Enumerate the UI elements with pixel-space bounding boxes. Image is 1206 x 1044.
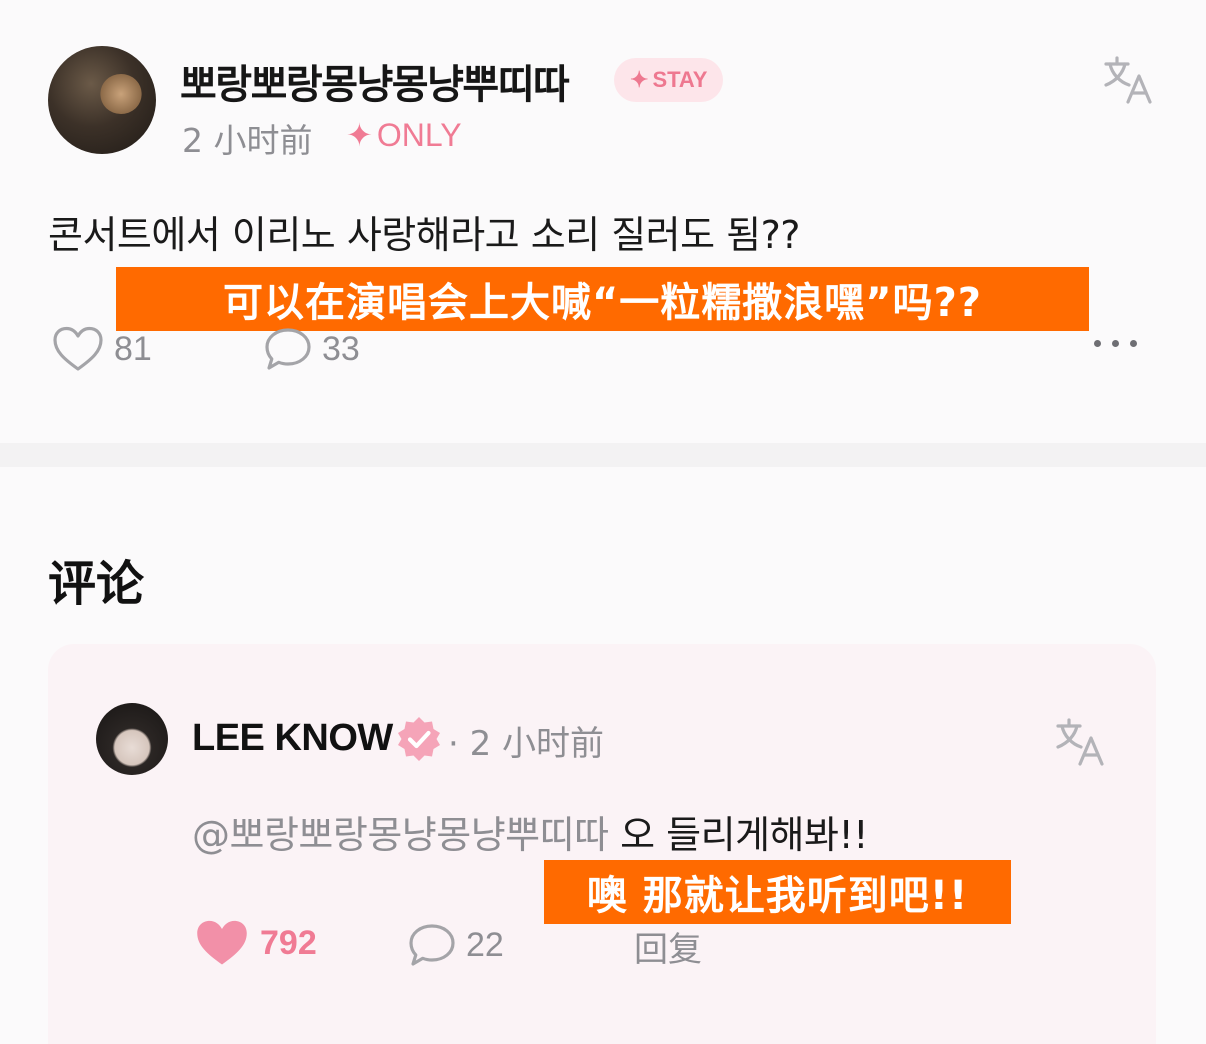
comment-body: @뽀랑뽀랑몽냥몽냥뿌띠따 오 들리게해봐!! [192, 804, 868, 859]
comments-heading: 评论 [48, 556, 145, 612]
only-tag: ✦ ONLY [346, 116, 462, 154]
post-like-count: 81 [114, 329, 152, 368]
post-time: 2 小时前 [182, 121, 313, 160]
reply-label: 回复 [634, 931, 702, 969]
comment-like-button[interactable]: 792 [194, 918, 317, 968]
heart-icon [53, 326, 103, 371]
comment-icon [265, 328, 311, 370]
heart-icon [197, 920, 247, 965]
comment-author-name[interactable]: LEE KNOW [192, 717, 393, 760]
comment-reply-count: 22 [466, 925, 504, 964]
comment-mention[interactable]: @뽀랑뽀랑몽냥몽냥뿌띠따 [192, 813, 609, 857]
translate-icon[interactable] [1102, 54, 1154, 106]
post-like-button[interactable]: 81 [52, 326, 152, 372]
post-author-avatar[interactable] [48, 46, 156, 154]
translation-caption: 噢 那就让我听到吧!! [544, 860, 1011, 924]
sparkle-icon: ✦ [346, 117, 373, 153]
only-tag-label: ONLY [376, 116, 462, 153]
translation-caption: 可以在演唱会上大喊“一粒糯撒浪嘿”吗?? [116, 267, 1089, 331]
post-comment-count: 33 [322, 329, 360, 368]
comment-author-avatar[interactable] [96, 703, 168, 775]
comment-icon [409, 924, 455, 966]
reply-button[interactable]: 回复 [634, 922, 702, 971]
stay-badge: ✦ STAY [614, 58, 724, 102]
comment-text: 오 들리게해봐!! [608, 813, 868, 857]
comment-time: · 2 小时前 [448, 724, 605, 764]
comment-like-count: 792 [260, 923, 317, 962]
verified-icon [398, 717, 440, 761]
more-icon[interactable] [1094, 340, 1137, 347]
post-body-text: 콘서트에서 이리노 사랑해라고 소리 질러도 됨?? [48, 213, 800, 257]
translate-icon[interactable] [1054, 716, 1106, 768]
section-divider [0, 443, 1206, 467]
comment-reply-count-button[interactable]: 22 [408, 922, 504, 968]
post-author-name[interactable]: 뽀랑뽀랑몽냥몽냥뿌띠따 [180, 52, 570, 110]
post-comment-button[interactable]: 33 [264, 326, 360, 372]
sparkle-icon: ✦ [630, 67, 649, 92]
stay-badge-label: STAY [652, 67, 708, 92]
